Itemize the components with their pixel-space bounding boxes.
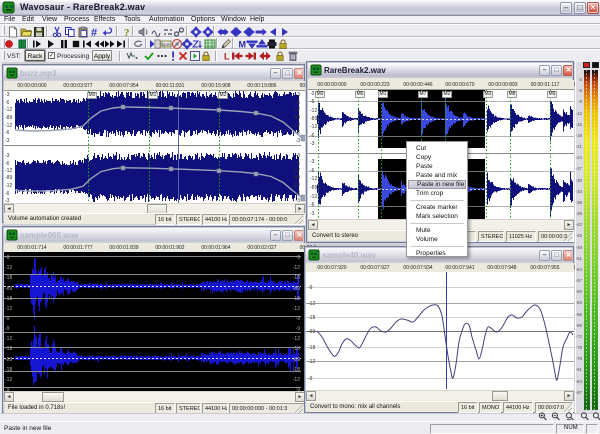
svg-text:-3: -3 xyxy=(310,91,315,97)
svg-text:-6: -6 xyxy=(296,100,301,106)
svg-text:-18: -18 xyxy=(308,345,315,351)
svg-text:-6: -6 xyxy=(310,99,315,105)
svg-text:-12: -12 xyxy=(5,183,12,189)
svg-text:L: L xyxy=(224,52,230,62)
svg-text:-3: -3 xyxy=(310,159,315,165)
svg-text:-3: -3 xyxy=(5,92,10,98)
svg-text:M: M xyxy=(239,40,247,50)
svg-text:-6: -6 xyxy=(296,130,301,136)
svg-text:-3: -3 xyxy=(296,92,301,98)
svg-text:-6: -6 xyxy=(296,191,301,197)
svg-text:-12: -12 xyxy=(5,123,12,129)
svg-text:-18: -18 xyxy=(5,296,12,302)
svg-text:-3: -3 xyxy=(5,138,10,144)
svg-text:-12: -12 xyxy=(293,377,300,383)
svg-text:-9: -9 xyxy=(308,285,313,291)
svg-text:-12: -12 xyxy=(5,306,12,312)
svg-text:-89: -89 xyxy=(293,357,300,363)
svg-text:-89: -89 xyxy=(293,115,300,121)
svg-text:-18: -18 xyxy=(5,346,12,352)
svg-text:-12: -12 xyxy=(5,168,12,174)
svg-text:-3: -3 xyxy=(296,153,301,159)
svg-text:-89: -89 xyxy=(5,175,12,181)
svg-text:-9: -9 xyxy=(308,376,313,382)
svg-text:-3: -3 xyxy=(310,141,315,147)
svg-text:-9: -9 xyxy=(5,316,10,322)
svg-text:-18: -18 xyxy=(5,367,12,373)
svg-text:-6: -6 xyxy=(5,161,10,167)
svg-text:-12: -12 xyxy=(310,194,317,200)
svg-text:-9: -9 xyxy=(5,326,10,332)
svg-text:bpm: bpm xyxy=(162,42,171,47)
svg-text:-89: -89 xyxy=(5,357,12,363)
svg-text:?: ? xyxy=(124,27,130,38)
svg-text:-12: -12 xyxy=(310,108,317,114)
svg-text:-12: -12 xyxy=(293,306,300,312)
svg-text:-18: -18 xyxy=(293,296,300,302)
svg-text:-12: -12 xyxy=(5,107,12,113)
svg-text:-18: -18 xyxy=(293,275,300,281)
svg-text:-3: -3 xyxy=(5,153,10,159)
svg-text:-6: -6 xyxy=(5,191,10,197)
svg-text:-12: -12 xyxy=(293,107,300,113)
svg-text:-12: -12 xyxy=(293,265,300,271)
svg-text:-12: -12 xyxy=(293,123,300,129)
svg-text:-89: -89 xyxy=(310,116,317,122)
svg-text:-6: -6 xyxy=(296,161,301,167)
svg-text:-6: -6 xyxy=(310,168,315,174)
svg-text:-12: -12 xyxy=(5,377,12,383)
svg-text:-89: -89 xyxy=(310,185,317,191)
svg-text:-89: -89 xyxy=(5,286,12,292)
svg-text:-9: -9 xyxy=(296,326,301,332)
svg-text:-6: -6 xyxy=(310,202,315,208)
svg-text:-3: -3 xyxy=(310,211,315,217)
svg-text:-12: -12 xyxy=(310,176,317,182)
svg-text:-9: -9 xyxy=(296,255,301,261)
svg-text:-89: -89 xyxy=(293,286,300,292)
svg-text:-6: -6 xyxy=(310,133,315,139)
svg-text:-12: -12 xyxy=(293,336,300,342)
svg-text:-18: -18 xyxy=(5,275,12,281)
svg-text:-9: -9 xyxy=(5,255,10,261)
svg-text:-6: -6 xyxy=(5,130,10,136)
svg-text:-6: -6 xyxy=(5,100,10,106)
svg-text:-69: -69 xyxy=(308,329,315,335)
svg-text:-12: -12 xyxy=(5,336,12,342)
svg-text:-89: -89 xyxy=(5,115,12,121)
svg-text:-12: -12 xyxy=(308,359,315,365)
svg-text:-89: -89 xyxy=(293,175,300,181)
svg-text:-18: -18 xyxy=(308,315,315,321)
svg-text:-12: -12 xyxy=(310,124,317,130)
svg-text:#: # xyxy=(91,27,97,38)
svg-text:-9: -9 xyxy=(296,316,301,322)
svg-text:-12: -12 xyxy=(293,168,300,174)
svg-text:-12: -12 xyxy=(5,265,12,271)
svg-text:-18: -18 xyxy=(293,346,300,352)
svg-text:-3: -3 xyxy=(296,138,301,144)
svg-text:-12: -12 xyxy=(308,301,315,307)
svg-text:-18: -18 xyxy=(293,367,300,373)
svg-text:-12: -12 xyxy=(293,183,300,189)
